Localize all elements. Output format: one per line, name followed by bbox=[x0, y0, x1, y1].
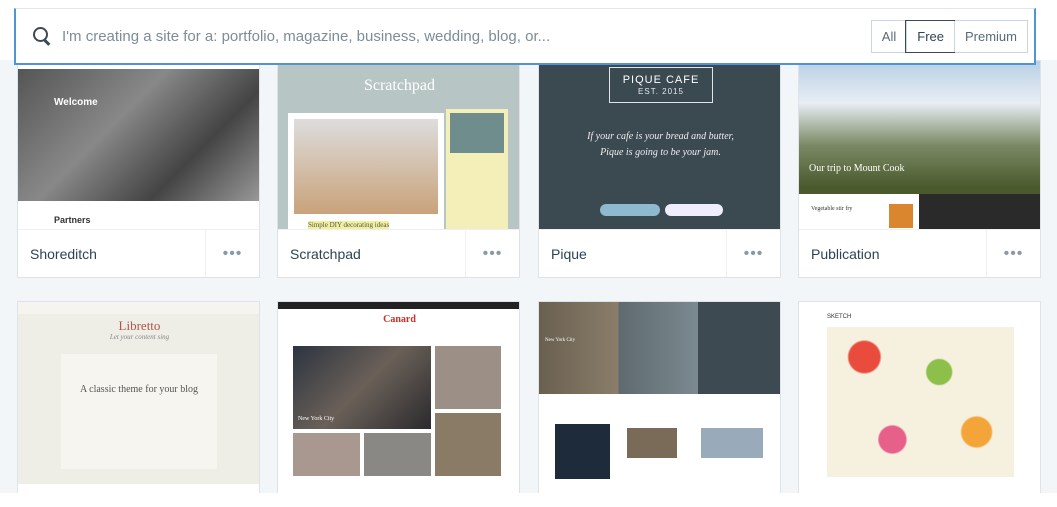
theme-name[interactable]: Scratchpad bbox=[278, 246, 465, 262]
theme-preview[interactable]: SKETCH bbox=[799, 302, 1040, 484]
preview-heading: PIQUE CAFE bbox=[622, 74, 700, 86]
theme-preview[interactable]: Our trip to Mount Cook Vegetable stir fr… bbox=[799, 61, 1040, 229]
preview-sub: Simple DIY decorating ideas bbox=[308, 221, 390, 229]
theme-card[interactable]: Libretto Let your content sing A classic… bbox=[17, 301, 260, 493]
search-icon[interactable] bbox=[32, 26, 52, 46]
search-input[interactable] bbox=[62, 27, 871, 45]
theme-search-bar: All Free Premium bbox=[14, 8, 1036, 65]
filter-all[interactable]: All bbox=[872, 21, 906, 52]
theme-card[interactable]: Welcome Partners Shoreditch ••• bbox=[17, 60, 260, 278]
preview-sub: A classic theme for your blog bbox=[79, 384, 199, 395]
theme-card[interactable]: Canard New York City bbox=[277, 301, 520, 493]
theme-card[interactable]: SKETCH bbox=[798, 301, 1041, 493]
theme-name[interactable]: Pique bbox=[539, 246, 726, 262]
preview-line2: Pique is going to be your jam. bbox=[600, 147, 721, 158]
preview-sub: New York City bbox=[298, 416, 335, 422]
filter-free[interactable]: Free bbox=[905, 19, 955, 53]
preview-heading: Our trip to Mount Cook bbox=[809, 163, 905, 174]
preview-sub: Vegetable stir fry bbox=[811, 206, 853, 212]
theme-preview[interactable]: Scratchpad Simple DIY decorating ideas bbox=[278, 61, 519, 229]
theme-preview[interactable]: Libretto Let your content sing A classic… bbox=[18, 302, 259, 484]
filter-group: All Free Premium bbox=[870, 19, 1028, 53]
preview-line1: If your cafe is your bread and butter, bbox=[587, 131, 734, 142]
theme-preview[interactable]: PIQUE CAFE EST. 2015 If your cafe is you… bbox=[539, 61, 780, 229]
preview-sub: Partners bbox=[54, 215, 91, 225]
theme-card[interactable]: PIQUE CAFE EST. 2015 If your cafe is you… bbox=[538, 60, 781, 278]
theme-preview[interactable]: New York City bbox=[539, 302, 780, 484]
theme-name[interactable]: Publication bbox=[799, 246, 986, 262]
pique-logo: PIQUE CAFE EST. 2015 bbox=[609, 67, 713, 103]
theme-name[interactable]: Shoreditch bbox=[18, 246, 205, 262]
theme-preview[interactable]: Welcome Partners bbox=[18, 61, 259, 229]
filter-premium[interactable]: Premium bbox=[953, 20, 1027, 52]
preview-heading: Libretto bbox=[118, 318, 161, 333]
theme-card[interactable]: New York City bbox=[538, 301, 781, 493]
more-options-button[interactable]: ••• bbox=[465, 230, 519, 277]
preview-heading: SKETCH bbox=[827, 314, 852, 320]
preview-sub: New York City bbox=[545, 338, 576, 343]
preview-heading: Canard bbox=[383, 314, 416, 325]
preview-tagline: Let your content sing bbox=[109, 333, 170, 341]
preview-heading: Welcome bbox=[54, 97, 98, 108]
more-options-button[interactable]: ••• bbox=[205, 230, 259, 277]
more-options-button[interactable]: ••• bbox=[986, 230, 1040, 277]
preview-heading: Scratchpad bbox=[363, 77, 436, 94]
more-options-button[interactable]: ••• bbox=[726, 230, 780, 277]
theme-preview[interactable]: Canard New York City bbox=[278, 302, 519, 484]
theme-card[interactable]: Scratchpad Simple DIY decorating ideas S… bbox=[277, 60, 520, 278]
theme-card[interactable]: Our trip to Mount Cook Vegetable stir fr… bbox=[798, 60, 1041, 278]
preview-est: EST. 2015 bbox=[638, 87, 684, 96]
